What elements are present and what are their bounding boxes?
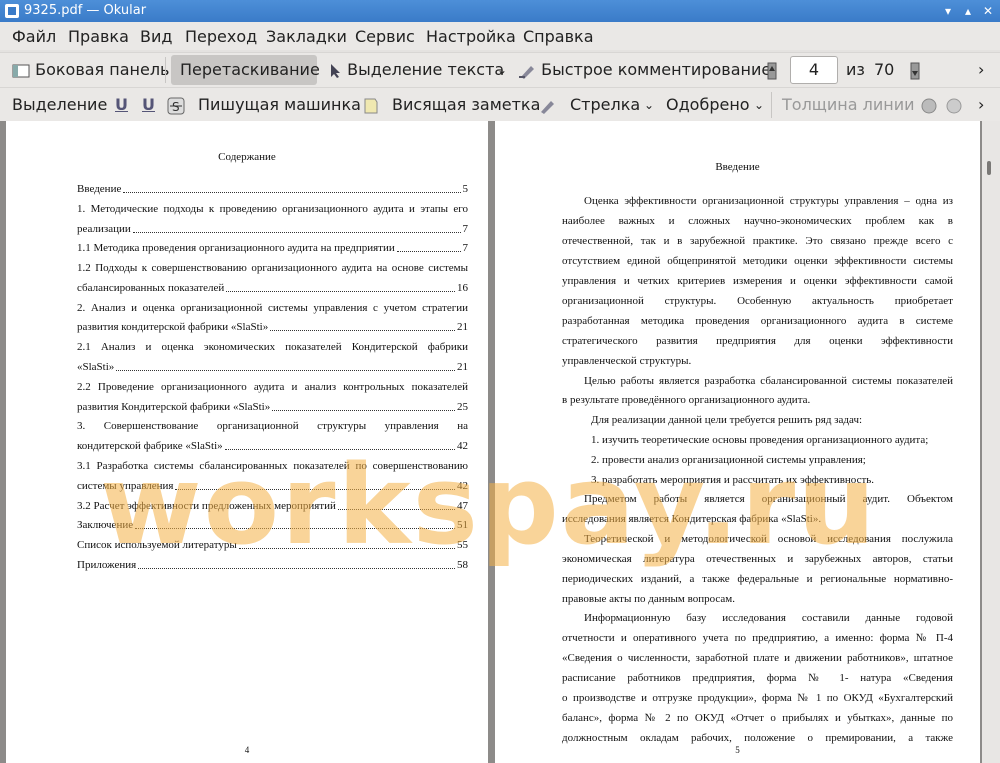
svg-text:S: S xyxy=(172,100,180,114)
sidebar-label: Боковая панель xyxy=(35,60,170,79)
menu-file[interactable]: Файл xyxy=(12,27,56,46)
toc-entry[interactable]: 2.1 Анализ и оценка экономических показа… xyxy=(77,341,468,354)
stamp-dropdown-icon[interactable]: ⌄ xyxy=(754,94,764,116)
main-toolbar: Боковая панель Перетаскивание Выделение … xyxy=(0,52,1000,87)
section-title: Введение xyxy=(715,161,760,173)
toc-entry[interactable]: 2.2 Проведение организационного аудита и… xyxy=(77,381,468,394)
body-line: о производстве и отгрузке продукции», фо… xyxy=(562,692,953,704)
menu-edit[interactable]: Правка xyxy=(68,27,129,46)
toc-entry[interactable]: Введение 5 xyxy=(77,183,468,196)
body-line: расписание работников предприятия, форма… xyxy=(562,672,953,684)
body-line: в результате проведённого организационно… xyxy=(562,394,811,406)
arrow-button[interactable]: Стрелка xyxy=(570,94,640,116)
arrow-tool-icon[interactable] xyxy=(538,94,556,116)
quick-comment-label: Быстрое комментирование xyxy=(541,60,772,79)
maximize-icon[interactable]: ▴ xyxy=(960,3,976,19)
page-number: 4 xyxy=(244,745,250,755)
menu-bar: Файл Правка Вид Переход Закладки Сервис … xyxy=(0,22,1000,50)
body-line: отчетности и оперативного учета по предп… xyxy=(562,632,953,644)
previous-page-button[interactable] xyxy=(767,59,777,81)
okular-app-icon xyxy=(5,4,19,18)
body-line: управленческой структуры. xyxy=(562,355,692,367)
close-icon[interactable]: ✕ xyxy=(980,3,996,19)
drag-tool-label: Перетаскивание xyxy=(180,60,320,79)
note-icon[interactable] xyxy=(363,94,379,116)
body-line: Оценка эффективности организационной стр… xyxy=(584,195,953,207)
body-line: наиболее важных и сложных научно-экономи… xyxy=(562,215,953,227)
watermark: workspay.ru xyxy=(100,441,878,569)
toc-entry[interactable]: 3. Совершенствование организационной стр… xyxy=(77,420,468,433)
window-title: 9325.pdf — Okular xyxy=(24,3,147,18)
toc-entry-cont[interactable]: развития кондитерской фабрики «SlaSti» 21 xyxy=(77,321,468,334)
body-line: Информационную базу исследования состави… xyxy=(584,612,953,624)
body-line: организационной структуры. Особенную акт… xyxy=(562,295,953,307)
toolbar-divider xyxy=(165,57,166,83)
menu-tools[interactable]: Сервис xyxy=(355,27,415,46)
arrow-dropdown-icon[interactable]: ⌄ xyxy=(644,94,654,116)
body-line: Для реализации данной цели требуется реш… xyxy=(591,414,863,426)
body-line: отечественной, так и в зарубежной практи… xyxy=(562,235,953,247)
toc-entry-cont[interactable]: «SlaSti» 21 xyxy=(77,361,468,374)
annot-divider xyxy=(771,92,772,118)
toc-title: Содержание xyxy=(218,151,276,163)
menu-help[interactable]: Справка xyxy=(523,27,594,46)
text-select-label: Выделение текста xyxy=(347,60,505,79)
strikeout-icon[interactable]: S xyxy=(167,94,185,116)
page-total: 70 xyxy=(874,60,895,79)
minimize-icon[interactable]: ▾ xyxy=(940,3,956,19)
title-bar: 9325.pdf — Okular ▾ ▴ ✕ xyxy=(0,0,1000,22)
opacity-icon[interactable] xyxy=(945,94,963,116)
toc-entry[interactable]: 1.1 Методика проведения организационного… xyxy=(77,242,468,255)
highlight-button[interactable]: Выделение xyxy=(12,94,107,116)
underline-icon[interactable]: U xyxy=(115,94,128,116)
toc-entry[interactable]: 1.2 Подходы к совершенствованию организа… xyxy=(77,262,468,275)
toolbar-overflow-icon[interactable]: › xyxy=(978,59,984,81)
toc-entry[interactable]: 2. Анализ и оценка организационной систе… xyxy=(77,302,468,315)
page-of-label: из xyxy=(846,60,865,79)
body-line: управления и четких критериев измерения … xyxy=(562,275,953,287)
squiggle-underline-icon[interactable]: U xyxy=(142,94,155,116)
typewriter-button[interactable]: Пишущая машинка xyxy=(198,94,361,116)
toc-entry-cont[interactable]: развития Кондитерской фабрики «SlaSti» 25 xyxy=(77,401,468,414)
cursor-icon xyxy=(331,63,340,78)
page-number: 5 xyxy=(735,745,740,755)
sidebar-button[interactable]: Боковая панель xyxy=(12,59,169,81)
page-up-icon xyxy=(767,62,777,79)
text-select-button[interactable]: Выделение текста xyxy=(328,59,504,81)
body-line: Целью работы является разработка сбаланс… xyxy=(584,375,953,387)
body-line: баланс», форма № 2 по ОКУД «Отчет о приб… xyxy=(562,712,953,724)
vertical-scrollbar[interactable] xyxy=(982,121,1000,763)
color-icon[interactable] xyxy=(920,94,938,116)
document-viewport[interactable]: Содержание Введение 5 1. Методические под… xyxy=(0,121,1000,763)
body-line: правовые акты по данным вопросам. xyxy=(562,593,736,605)
toc-entry-cont[interactable]: сбалансированных показателей 16 xyxy=(77,282,468,295)
drag-tool-button[interactable]: Перетаскивание xyxy=(180,59,320,81)
next-page-button[interactable] xyxy=(910,59,920,81)
body-line: «Сведения о численности, заработной плат… xyxy=(562,652,953,664)
annotation-toolbar: Выделение U U S Пишущая машинка Висящая … xyxy=(0,87,1000,122)
quick-comment-button[interactable]: Быстрое комментирование xyxy=(518,59,771,81)
line-width-button[interactable]: Толщина линии xyxy=(782,94,915,116)
stamp-button[interactable]: Одобрено xyxy=(666,94,750,116)
menu-bookmarks[interactable]: Закладки xyxy=(266,27,347,46)
text-select-dropdown-icon[interactable]: ⌄ xyxy=(497,59,507,81)
page-down-icon xyxy=(910,62,920,79)
menu-view[interactable]: Вид xyxy=(140,27,172,46)
toc-entry[interactable]: 1. Методические подходы к проведению орг… xyxy=(77,203,468,216)
toc-entry-cont[interactable]: реализации 7 xyxy=(77,223,468,236)
body-line: стратегического развития предприятия для… xyxy=(562,335,953,347)
menu-go[interactable]: Переход xyxy=(185,27,257,46)
scrollbar-thumb[interactable] xyxy=(987,161,991,175)
body-line: должностным окладам рабочих, положение о… xyxy=(562,732,953,744)
popup-note-button[interactable]: Висящая заметка xyxy=(392,94,540,116)
annot-overflow-icon[interactable]: › xyxy=(978,94,984,116)
body-line: периодических изданий, а также федеральн… xyxy=(562,573,953,585)
body-line: разработанная методика проведения органи… xyxy=(562,315,953,327)
page-number-input[interactable]: 4 xyxy=(790,56,838,84)
body-line: отсутствием единой общепринятой методики… xyxy=(562,255,953,267)
menu-settings[interactable]: Настройка xyxy=(426,27,516,46)
pen-icon xyxy=(519,65,534,79)
sidebar-icon xyxy=(12,64,30,77)
